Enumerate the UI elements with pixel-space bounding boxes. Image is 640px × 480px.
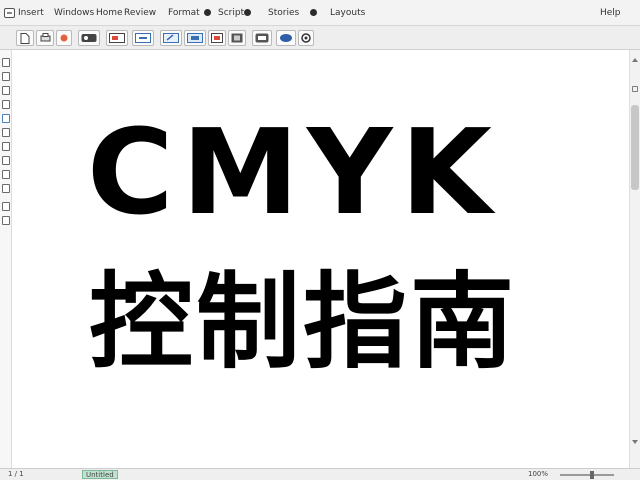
- status-bar: 1 / 1 Untitled 100%: [0, 468, 640, 480]
- swatch-tool-icon[interactable]: [2, 202, 10, 211]
- book-icon: [231, 33, 243, 43]
- cloud-icon: [280, 34, 292, 42]
- layers-button[interactable]: [208, 30, 226, 46]
- link-icon: [135, 33, 151, 43]
- page-indicator: 1 / 1: [8, 470, 24, 478]
- mode-tool-icon[interactable]: [2, 216, 10, 225]
- tools-sidebar: [0, 50, 12, 468]
- app-icon[interactable]: [4, 8, 15, 18]
- gradient-tool-icon[interactable]: [2, 170, 10, 179]
- menu-stories[interactable]: Stories: [268, 7, 299, 19]
- image-button[interactable]: [106, 30, 128, 46]
- link-button[interactable]: [132, 30, 154, 46]
- menu-bar: Insert Windows Home Review Format Script…: [0, 0, 640, 26]
- color-button[interactable]: [184, 30, 206, 46]
- text-tool-icon[interactable]: [2, 72, 10, 81]
- document-canvas[interactable]: CMYK 控制指南: [13, 50, 629, 468]
- dot-icon[interactable]: [244, 9, 251, 16]
- toolbar: [0, 26, 640, 50]
- print-icon: [40, 33, 50, 42]
- menu-help[interactable]: Help: [600, 7, 621, 19]
- image-icon: [109, 33, 125, 43]
- help-button[interactable]: [298, 30, 314, 46]
- headline-text: CMYK: [87, 103, 500, 241]
- zoom-slider[interactable]: [560, 474, 614, 476]
- scroll-up-icon[interactable]: [632, 58, 638, 62]
- scroll-down-icon[interactable]: [632, 440, 638, 444]
- pen-tool-icon[interactable]: [2, 86, 10, 95]
- vertical-scrollbar[interactable]: [629, 50, 640, 468]
- status-tab[interactable]: Untitled: [82, 470, 118, 479]
- edit-button[interactable]: [160, 30, 182, 46]
- record-button[interactable]: [56, 30, 72, 46]
- eyedropper-tool-icon[interactable]: [2, 156, 10, 165]
- print-button[interactable]: [36, 30, 54, 46]
- menu-format[interactable]: Format: [168, 7, 200, 19]
- menu-windows[interactable]: Windows: [54, 7, 94, 19]
- zoom-tool-icon[interactable]: [2, 142, 10, 151]
- export-icon: [81, 34, 97, 42]
- menu-home[interactable]: Home: [96, 7, 123, 19]
- toggle-button[interactable]: [252, 30, 272, 46]
- menu-review[interactable]: Review: [124, 7, 156, 19]
- zoom-value: 100%: [528, 470, 549, 478]
- select-tool-icon[interactable]: [2, 58, 10, 67]
- color-icon: [187, 33, 203, 43]
- export-button[interactable]: [78, 30, 100, 46]
- help-icon: [301, 33, 311, 43]
- record-icon: [60, 34, 68, 42]
- record-dot-icon[interactable]: [204, 9, 211, 16]
- zoom-slider-thumb[interactable]: [590, 471, 594, 479]
- scroll-marker-icon[interactable]: [632, 86, 638, 92]
- new-file-icon: [20, 32, 30, 44]
- layers-icon: [211, 33, 223, 43]
- toggle-icon: [255, 33, 269, 43]
- dot-icon-2[interactable]: [310, 9, 317, 16]
- menu-layouts[interactable]: Layouts: [330, 7, 365, 19]
- shape-tool-icon[interactable]: [2, 100, 10, 109]
- frame-tool-icon[interactable]: [2, 114, 10, 123]
- subline-text: 控制指南: [89, 261, 518, 383]
- scroll-thumb[interactable]: [631, 105, 639, 190]
- hand-tool-icon[interactable]: [2, 128, 10, 137]
- scissors-tool-icon[interactable]: [2, 184, 10, 193]
- book-button[interactable]: [228, 30, 246, 46]
- menu-insert[interactable]: Insert: [18, 7, 44, 19]
- new-file-button[interactable]: [16, 30, 34, 46]
- cloud-button[interactable]: [276, 30, 296, 46]
- edit-icon: [163, 33, 179, 43]
